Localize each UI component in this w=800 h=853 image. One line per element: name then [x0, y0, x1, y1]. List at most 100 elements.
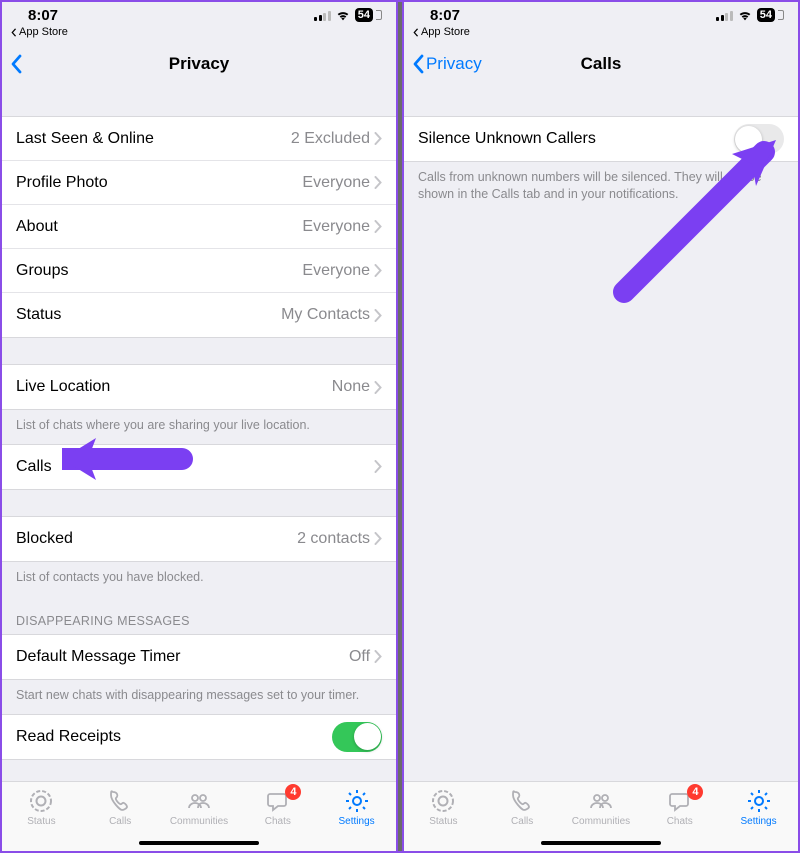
tab-bar: Status Calls Communities 4 Chats Setting… [404, 781, 798, 851]
nav-header: Privacy Calls [404, 42, 798, 86]
home-indicator[interactable] [541, 841, 661, 846]
chevron-left-icon [412, 28, 419, 37]
app-store-breadcrumb[interactable]: App Store [404, 24, 798, 42]
row-silence-unknown[interactable]: Silence Unknown Callers [404, 117, 798, 161]
app-store-breadcrumb[interactable]: App Store [2, 24, 396, 42]
row-label: Groups [16, 262, 302, 280]
battery-icon: 54 [757, 8, 775, 22]
wifi-icon [737, 9, 753, 21]
chats-badge: 4 [285, 784, 301, 800]
chevron-right-icon [374, 381, 382, 394]
row-read-receipts[interactable]: Read Receipts [2, 715, 396, 759]
nav-header: Privacy [2, 42, 396, 86]
chevron-right-icon [374, 650, 382, 663]
tab-label: Calls [109, 816, 131, 827]
chevron-right-icon [374, 264, 382, 277]
screen-divider [396, 2, 404, 851]
read-receipts-toggle[interactable] [332, 722, 382, 752]
phone-icon [509, 788, 535, 814]
status-time: 8:07 [430, 7, 460, 24]
status-bar: 8:07 54 [404, 2, 798, 24]
status-icons: 54 [716, 8, 784, 22]
caption-live-location: List of chats where you are sharing your… [2, 410, 396, 444]
row-label: Profile Photo [16, 174, 302, 192]
chevron-right-icon [374, 309, 382, 322]
tab-label: Communities [572, 816, 630, 827]
tab-label: Settings [339, 816, 375, 827]
row-label: Calls [16, 458, 374, 476]
tab-label: Chats [667, 816, 693, 827]
row-profile-photo[interactable]: Profile Photo Everyone [2, 161, 396, 205]
settings-content: Silence Unknown Callers Calls from unkno… [404, 86, 798, 781]
gear-icon [344, 788, 370, 814]
chevron-right-icon [374, 132, 382, 145]
row-value: Off [349, 648, 370, 666]
cellular-icon [314, 10, 331, 21]
row-label: Live Location [16, 378, 332, 396]
row-groups[interactable]: Groups Everyone [2, 249, 396, 293]
page-title: Calls [404, 54, 798, 74]
communities-icon [588, 788, 614, 814]
caption-blocked: List of contacts you have blocked. [2, 562, 396, 596]
tab-bar: Status Calls Communities 4 Chats Setting… [2, 781, 396, 851]
row-value: Everyone [302, 262, 370, 280]
row-label: About [16, 218, 302, 236]
row-about[interactable]: About Everyone [2, 205, 396, 249]
row-value: None [332, 378, 370, 396]
phone-icon [107, 788, 133, 814]
row-label: Last Seen & Online [16, 130, 291, 148]
section-header-disappearing: Disappearing Messages [2, 596, 396, 634]
breadcrumb-label: App Store [19, 26, 68, 38]
tab-label: Settings [740, 816, 776, 827]
communities-icon [186, 788, 212, 814]
row-last-seen[interactable]: Last Seen & Online 2 Excluded [2, 117, 396, 161]
status-time: 8:07 [28, 7, 58, 24]
page-title: Privacy [2, 54, 396, 74]
chevron-right-icon [374, 532, 382, 545]
chevron-right-icon [374, 220, 382, 233]
caption-silence-unknown: Calls from unknown numbers will be silen… [404, 162, 798, 213]
tab-label: Chats [265, 816, 291, 827]
row-live-location[interactable]: Live Location None [2, 365, 396, 409]
row-value: 2 contacts [297, 530, 370, 548]
row-status[interactable]: Status My Contacts [2, 293, 396, 337]
row-calls[interactable]: Calls [2, 445, 396, 489]
tab-label: Status [429, 816, 457, 827]
battery-icon: 54 [355, 8, 373, 22]
row-default-timer[interactable]: Default Message Timer Off [2, 635, 396, 679]
tab-label: Communities [170, 816, 228, 827]
row-value: My Contacts [281, 306, 370, 324]
row-value: Everyone [302, 174, 370, 192]
row-label: Status [16, 306, 281, 324]
wifi-icon [335, 9, 351, 21]
row-value: Everyone [302, 218, 370, 236]
status-icon [430, 788, 456, 814]
chevron-right-icon [374, 460, 382, 473]
chevron-left-icon [10, 28, 17, 37]
row-blocked[interactable]: Blocked 2 contacts [2, 517, 396, 561]
caption-timer: Start new chats with disappearing messag… [2, 680, 396, 714]
privacy-screen: 8:07 54 App Store Privacy Last Seen & On… [2, 2, 396, 851]
calls-settings-screen: 8:07 54 App Store Privacy Calls Silence … [404, 2, 798, 851]
tab-status[interactable]: Status [404, 782, 483, 851]
tab-label: Status [27, 816, 55, 827]
home-indicator[interactable] [139, 841, 259, 846]
row-value: 2 Excluded [291, 130, 370, 148]
settings-content: Last Seen & Online 2 Excluded Profile Ph… [2, 86, 396, 781]
status-icon [28, 788, 54, 814]
tab-label: Calls [511, 816, 533, 827]
tab-settings[interactable]: Settings [719, 782, 798, 851]
row-label: Default Message Timer [16, 648, 349, 666]
breadcrumb-label: App Store [421, 26, 470, 38]
chats-badge: 4 [687, 784, 703, 800]
chevron-right-icon [374, 176, 382, 189]
silence-unknown-toggle[interactable] [734, 124, 784, 154]
row-label: Blocked [16, 530, 297, 548]
tab-settings[interactable]: Settings [317, 782, 396, 851]
status-icons: 54 [314, 8, 382, 22]
gear-icon [746, 788, 772, 814]
row-label: Read Receipts [16, 728, 332, 746]
row-label: Silence Unknown Callers [418, 130, 734, 148]
tab-status[interactable]: Status [2, 782, 81, 851]
status-bar: 8:07 54 [2, 2, 396, 24]
